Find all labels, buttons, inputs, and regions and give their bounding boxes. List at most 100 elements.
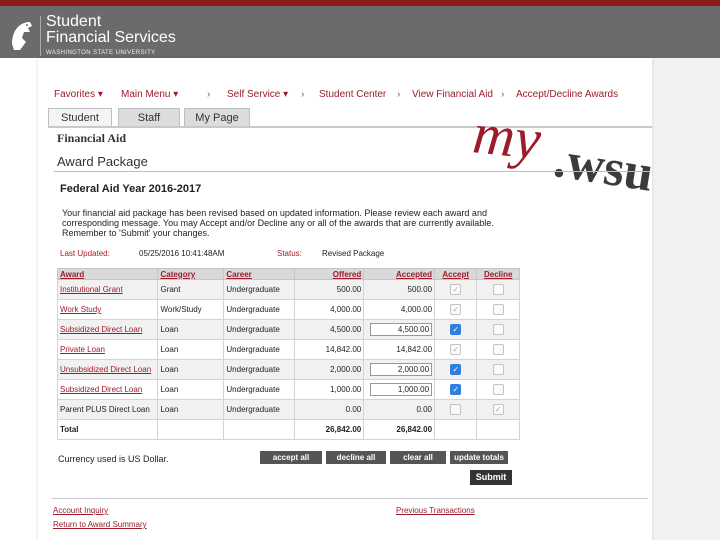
career-cell: Undergraduate — [223, 399, 295, 420]
award-name-cell: Institutional Grant — [56, 279, 159, 300]
award-name-cell: Parent PLUS Direct Loan — [56, 399, 159, 420]
col-category[interactable]: Category — [157, 268, 225, 280]
brand-title: Student Financial Services — [46, 14, 176, 46]
col-decline[interactable]: Decline — [476, 268, 520, 280]
status-value: Revised Package — [322, 249, 385, 258]
title-divider — [54, 171, 650, 172]
total-label-cell: Total — [56, 419, 159, 440]
decline-cell — [476, 359, 520, 380]
table-row: Subsidized Direct Loan Loan Undergraduate 4… — [56, 319, 520, 340]
breadcrumb-student-center[interactable]: Student Center — [319, 89, 386, 100]
accept-checkbox: ✓ — [450, 304, 462, 315]
decline-cell — [476, 299, 520, 320]
accept-checkbox[interactable]: ✓ — [450, 364, 462, 375]
decline-checkbox — [492, 304, 504, 315]
left-gutter — [0, 58, 38, 540]
col-career[interactable]: Career — [223, 268, 295, 280]
accept-checkbox — [450, 404, 462, 415]
accepted-amount-input[interactable]: 1,000.00 — [370, 383, 433, 396]
return-to-award-summary-link[interactable]: Return to Award Summary — [53, 520, 147, 529]
table-header-row: Award Category Career Offered Accepted A… — [56, 268, 520, 280]
total-empty-cell — [157, 419, 225, 440]
decline-checkbox[interactable] — [492, 384, 504, 395]
table-row: Parent PLUS Direct Loan Loan Undergraduate… — [56, 399, 520, 420]
decline-cell: ✓ — [476, 399, 520, 420]
award-link[interactable]: Subsidized Direct Loan — [60, 325, 142, 334]
accepted-cell: 2,000.00 — [363, 359, 436, 380]
accept-all-button[interactable]: accept all — [260, 451, 322, 464]
breadcrumb-separator: › — [207, 89, 211, 100]
aid-year-heading: Federal Aid Year 2016-2017 — [60, 183, 202, 195]
accepted-amount-input[interactable]: 2,000.00 — [370, 363, 433, 376]
clear-all-button[interactable]: clear all — [390, 451, 446, 464]
submit-button[interactable]: Submit — [470, 470, 512, 485]
accept-cell: ✓ — [434, 359, 478, 380]
offered-cell: 2,000.00 — [293, 359, 365, 380]
decline-all-button[interactable]: decline all — [326, 451, 386, 464]
table-total-row: Total 26,842.00 26,842.00 — [56, 419, 520, 440]
breadcrumb-accept-decline[interactable]: Accept/Decline Awards — [516, 89, 618, 100]
accept-checkbox: ✓ — [450, 344, 462, 355]
package-message: Your financial aid package has been revi… — [62, 208, 494, 238]
awards-table: Award Category Career Offered Accepted A… — [56, 268, 520, 440]
offered-cell: 4,500.00 — [293, 319, 365, 340]
breadcrumb-separator: › — [397, 89, 401, 100]
accepted-cell: 0.00 — [363, 399, 436, 420]
table-row: Institutional Grant Grant Undergraduate 500… — [56, 279, 520, 300]
col-accepted[interactable]: Accepted — [363, 268, 436, 280]
accept-cell: ✓ — [434, 379, 478, 400]
total-offered-cell: 26,842.00 — [293, 419, 365, 440]
account-inquiry-link[interactable]: Account Inquiry — [53, 506, 108, 515]
accept-cell: ✓ — [434, 279, 478, 300]
award-link[interactable]: Unsubsidized Direct Loan — [60, 365, 151, 374]
category-cell: Grant — [157, 279, 225, 300]
accept-cell: ✓ — [434, 319, 478, 340]
offered-cell: 0.00 — [293, 399, 365, 420]
offered-cell: 4,000.00 — [293, 299, 365, 320]
mywsu-wsu-text: .wsu — [550, 131, 657, 203]
mywsu-my-text: my — [470, 108, 544, 172]
update-totals-button[interactable]: update totals — [450, 451, 508, 464]
table-row: Private Loan Loan Undergraduate 14,842.00 14… — [56, 339, 520, 360]
category-cell: Work/Study — [157, 299, 225, 320]
career-cell: Undergraduate — [223, 339, 295, 360]
breadcrumb-separator: › — [301, 89, 305, 100]
previous-transactions-link[interactable]: Previous Transactions — [396, 506, 475, 515]
offered-cell: 14,842.00 — [293, 339, 365, 360]
accepted-amount-input[interactable]: 4,500.00 — [370, 323, 433, 336]
brand-title-line2: Financial Services — [46, 29, 176, 46]
accepted-cell: 4,500.00 — [363, 319, 436, 340]
decline-checkbox[interactable] — [492, 364, 504, 375]
award-link[interactable]: Work Study — [60, 305, 101, 314]
accept-checkbox[interactable]: ✓ — [450, 384, 462, 395]
tab-my-page[interactable]: My Page — [184, 108, 250, 127]
breadcrumb-favorites[interactable]: Favorites ▾ — [54, 89, 103, 100]
tab-student[interactable]: Student — [48, 108, 112, 127]
decline-checkbox: ✓ — [492, 404, 504, 415]
breadcrumb-main-menu[interactable]: Main Menu ▾ — [121, 89, 178, 100]
accepted-cell: 1,000.00 — [363, 379, 436, 400]
category-cell: Loan — [157, 359, 225, 380]
award-name-cell: Work Study — [56, 299, 159, 320]
brand-header: Student Financial Services WASHINGTON ST… — [0, 6, 720, 58]
breadcrumb-view-financial-aid[interactable]: View Financial Aid — [412, 89, 493, 100]
col-award[interactable]: Award — [56, 268, 159, 280]
career-cell: Undergraduate — [223, 279, 295, 300]
col-accept[interactable]: Accept — [434, 268, 478, 280]
breadcrumb-self-service[interactable]: Self Service ▾ — [227, 89, 288, 100]
tab-staff[interactable]: Staff — [118, 108, 180, 127]
last-updated-label: Last Updated: — [60, 249, 110, 258]
total-accepted-cell: 26,842.00 — [363, 419, 436, 440]
col-offered[interactable]: Offered — [293, 268, 365, 280]
award-link[interactable]: Subsidized Direct Loan — [60, 385, 142, 394]
award-link[interactable]: Private Loan — [60, 345, 105, 354]
decline-checkbox — [492, 344, 504, 355]
table-row: Unsubsidized Direct Loan Loan Undergraduat… — [56, 359, 520, 380]
award-link[interactable]: Institutional Grant — [60, 285, 123, 294]
table-row: Work Study Work/Study Undergraduate 4,000.0… — [56, 299, 520, 320]
accepted-cell: 4,000.00 — [363, 299, 436, 320]
accept-checkbox[interactable]: ✓ — [450, 324, 462, 335]
breadcrumb-separator: › — [501, 89, 505, 100]
decline-checkbox[interactable] — [492, 324, 504, 335]
award-name-cell: Subsidized Direct Loan — [56, 319, 159, 340]
